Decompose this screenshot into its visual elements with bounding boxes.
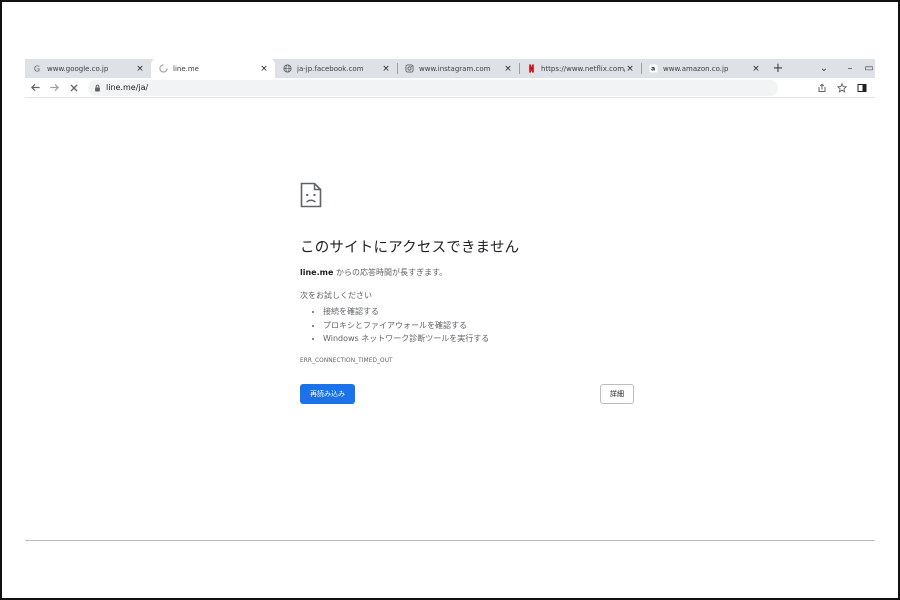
loading-spinner-icon (159, 64, 168, 73)
sad-page-icon (300, 182, 322, 208)
arrow-left-icon (30, 83, 40, 92)
amazon-icon: a (649, 64, 658, 73)
tab-title: www.amazon.co.jp (663, 64, 729, 73)
close-icon[interactable]: × (751, 64, 761, 74)
suggestion-item[interactable]: Windows ネットワーク診断ツールを実行する (323, 332, 640, 346)
window-controls: ⌄ – ▭ (811, 59, 875, 78)
minimize-button[interactable]: – (837, 63, 863, 74)
star-icon[interactable] (835, 81, 849, 95)
error-summary: line.me からの応答時間が長すぎます。 (300, 267, 640, 278)
tab-title: www.google.co.jp (47, 64, 109, 73)
suggestion-item[interactable]: プロキシとファイアウォールを確認する (323, 319, 640, 333)
error-page: このサイトにアクセスできません line.me からの応答時間が長すぎます。 次… (300, 182, 640, 364)
window-bottom-divider (25, 540, 875, 541)
close-icon[interactable]: × (135, 64, 145, 74)
suggestions-list: 接続を確認する プロキシとファイアウォールを確認する Windows ネットワー… (300, 305, 640, 346)
tab-instagram[interactable]: www.instagram.com × (397, 59, 519, 78)
error-host: line.me (300, 268, 334, 277)
stop-icon (70, 84, 77, 91)
url-text: line.me/ja/ (106, 83, 149, 92)
tab-facebook[interactable]: ja-jp.facebook.com × (275, 59, 397, 78)
forward-button[interactable] (46, 79, 63, 96)
stop-button[interactable] (65, 79, 82, 96)
tab-title: line.me (173, 64, 199, 73)
restore-button[interactable]: ▭ (863, 63, 875, 74)
try-label: 次をお試しください (300, 291, 372, 300)
tab-search-button[interactable]: ⌄ (811, 63, 837, 74)
details-button[interactable]: 詳細 (600, 384, 634, 404)
instagram-icon (405, 64, 414, 73)
side-panel-icon[interactable] (855, 81, 869, 95)
globe-icon (283, 64, 292, 73)
tab-title: www.instagram.com (419, 64, 491, 73)
tab-line[interactable]: line.me × (151, 59, 275, 78)
error-code: ERR_CONNECTION_TIMED_OUT (300, 357, 393, 364)
browser-toolbar: line.me/ja/ (25, 78, 875, 98)
lock-icon[interactable] (94, 84, 101, 92)
close-icon[interactable]: × (259, 64, 269, 74)
svg-text:G: G (34, 64, 40, 73)
error-summary-text: からの応答時間が長すぎます。 (333, 268, 448, 277)
close-icon[interactable]: × (503, 64, 513, 74)
tab-title: ja-jp.facebook.com (297, 64, 364, 73)
error-actions: 再読み込み 詳細 (300, 384, 634, 404)
netflix-icon (527, 64, 536, 73)
tab-amazon[interactable]: a www.amazon.co.jp × (641, 59, 767, 78)
toolbar-actions (815, 81, 869, 95)
suggestion-item: 接続を確認する (323, 305, 640, 319)
google-icon: G (33, 64, 42, 73)
tab-strip: G www.google.co.jp × line.me × ja-jp.fac… (25, 59, 875, 78)
close-icon[interactable]: × (625, 64, 635, 74)
share-icon[interactable] (815, 81, 829, 95)
back-button[interactable] (27, 79, 44, 96)
svg-text:a: a (651, 66, 655, 73)
address-bar[interactable]: line.me/ja/ (88, 79, 778, 96)
tab-title: https://www.netflix.com/brow (541, 64, 625, 73)
error-heading: このサイトにアクセスできません (300, 240, 520, 256)
tab-google[interactable]: G www.google.co.jp × (25, 59, 151, 78)
tab-netflix[interactable]: https://www.netflix.com/brow × (519, 59, 641, 78)
close-icon[interactable]: × (381, 64, 391, 74)
arrow-right-icon (50, 83, 60, 92)
reload-button[interactable]: 再読み込み (300, 384, 355, 404)
new-tab-button[interactable]: + (767, 59, 789, 78)
